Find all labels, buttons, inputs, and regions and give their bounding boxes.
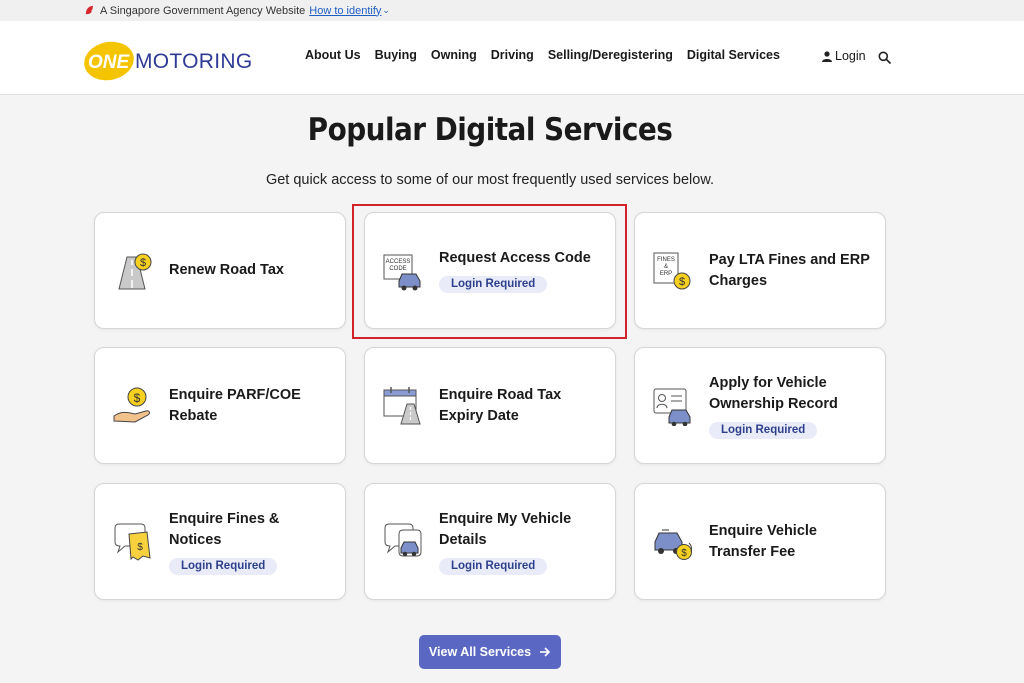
- icon-fines-text: FINES: [657, 257, 675, 263]
- service-card-enquire-my-vehicle-details[interactable]: Enquire My Vehicle Details Login Require…: [364, 483, 616, 600]
- nav-driving[interactable]: Driving: [491, 48, 534, 62]
- hand-coin-icon: $: [113, 387, 150, 423]
- service-title: Enquire Fines & Notices: [169, 510, 280, 548]
- service-card-apply-vehicle-ownership-record[interactable]: Apply for Vehicle Ownership Record Login…: [634, 347, 886, 464]
- login-required-badge: Login Required: [709, 421, 818, 439]
- service-card-text: Enquire Road Tax Expiry Date: [439, 348, 603, 463]
- service-card-pay-fines-erp[interactable]: FINES & ERP $ Pay LTA Fines and ERP Char…: [634, 212, 886, 329]
- nav-buying[interactable]: Buying: [375, 48, 417, 62]
- service-card-text: Enquire My Vehicle Details Login Require…: [439, 484, 603, 599]
- site-header: ONE MOTORING About Us Buying Owning Driv…: [0, 21, 1024, 95]
- gov-masthead: A Singapore Government Agency Website Ho…: [0, 0, 1024, 21]
- logo-one-text: ONE: [88, 52, 131, 73]
- login-label: Login: [835, 49, 866, 63]
- onemotoring-logo[interactable]: ONE MOTORING: [82, 35, 252, 83]
- service-card-enquire-parf-coe-rebate[interactable]: $ Enquire PARF/COE Rebate: [94, 347, 346, 464]
- selection-highlight: [352, 204, 627, 339]
- svg-text:$: $: [140, 257, 146, 269]
- svg-text:$: $: [679, 276, 685, 288]
- service-title: Enquire Vehicle Transfer Fee: [709, 522, 817, 560]
- login-button[interactable]: Login: [822, 49, 866, 63]
- chevron-down-icon[interactable]: ⌄: [382, 5, 390, 16]
- how-to-identify-link[interactable]: How to identify: [309, 5, 381, 17]
- svg-text:$: $: [681, 548, 687, 559]
- service-title: Pay LTA Fines and ERP Charges: [709, 251, 870, 289]
- user-icon: [822, 50, 832, 62]
- search-icon[interactable]: [878, 51, 891, 64]
- view-all-services-label: View All Services: [428, 645, 532, 659]
- page-title: Popular Digital Services: [307, 112, 673, 148]
- nav-digital-services[interactable]: Digital Services: [687, 48, 780, 62]
- login-required-badge: Login Required: [439, 557, 548, 575]
- fines-erp-icon: FINES & ERP $: [653, 252, 691, 290]
- nav-selling-deregistering[interactable]: Selling/Deregistering: [548, 48, 673, 62]
- service-card-renew-road-tax[interactable]: $ Renew Road Tax: [94, 212, 346, 329]
- service-title: Apply for Vehicle Ownership Record: [709, 374, 838, 412]
- gov-masthead-text: A Singapore Government Agency Website: [100, 4, 306, 17]
- service-card-text: Renew Road Tax: [169, 213, 333, 328]
- service-card-enquire-vehicle-transfer-fee[interactable]: $ Enquire Vehicle Transfer Fee: [634, 483, 886, 600]
- service-card-enquire-fines-notices[interactable]: $ Enquire Fines & Notices Login Required: [94, 483, 346, 600]
- chat-receipt-icon: $: [114, 523, 151, 561]
- road-coin-icon: $: [118, 253, 152, 290]
- service-title: Enquire PARF/COE Rebate: [169, 386, 301, 424]
- service-card-text: Enquire Vehicle Transfer Fee: [709, 484, 873, 599]
- icon-amp-text: &: [664, 264, 668, 270]
- service-card-text: Enquire PARF/COE Rebate: [169, 348, 333, 463]
- main-nav: About Us Buying Owning Driving Selling/D…: [305, 48, 794, 62]
- arrow-right-icon: [540, 647, 551, 657]
- service-title: Enquire My Vehicle Details: [439, 510, 572, 548]
- id-card-car-icon: [653, 388, 691, 426]
- view-all-services-button[interactable]: View All Services: [419, 635, 561, 669]
- car-transfer-coin-icon: $: [654, 529, 693, 560]
- login-required-badge: Login Required: [169, 557, 278, 575]
- service-title: Enquire Road Tax Expiry Date: [439, 386, 562, 424]
- svg-text:$: $: [134, 391, 141, 405]
- page-subtitle: Get quick access to some of our most fre…: [265, 172, 715, 188]
- nav-owning[interactable]: Owning: [431, 48, 477, 62]
- singapore-lion-icon: [85, 5, 94, 15]
- nav-about-us[interactable]: About Us: [305, 48, 361, 62]
- icon-erp-text: ERP: [660, 271, 672, 277]
- service-card-text: Enquire Fines & Notices Login Required: [169, 484, 333, 599]
- logo-motoring-text: MOTORING: [135, 50, 252, 73]
- chat-car-icon: [384, 523, 422, 557]
- service-title: Renew Road Tax: [169, 262, 284, 278]
- calendar-road-icon: [383, 387, 421, 425]
- service-card-text: Pay LTA Fines and ERP Charges: [709, 213, 873, 328]
- service-card-enquire-road-tax-expiry[interactable]: Enquire Road Tax Expiry Date: [364, 347, 616, 464]
- svg-text:$: $: [137, 542, 143, 553]
- service-card-text: Apply for Vehicle Ownership Record Login…: [709, 348, 873, 463]
